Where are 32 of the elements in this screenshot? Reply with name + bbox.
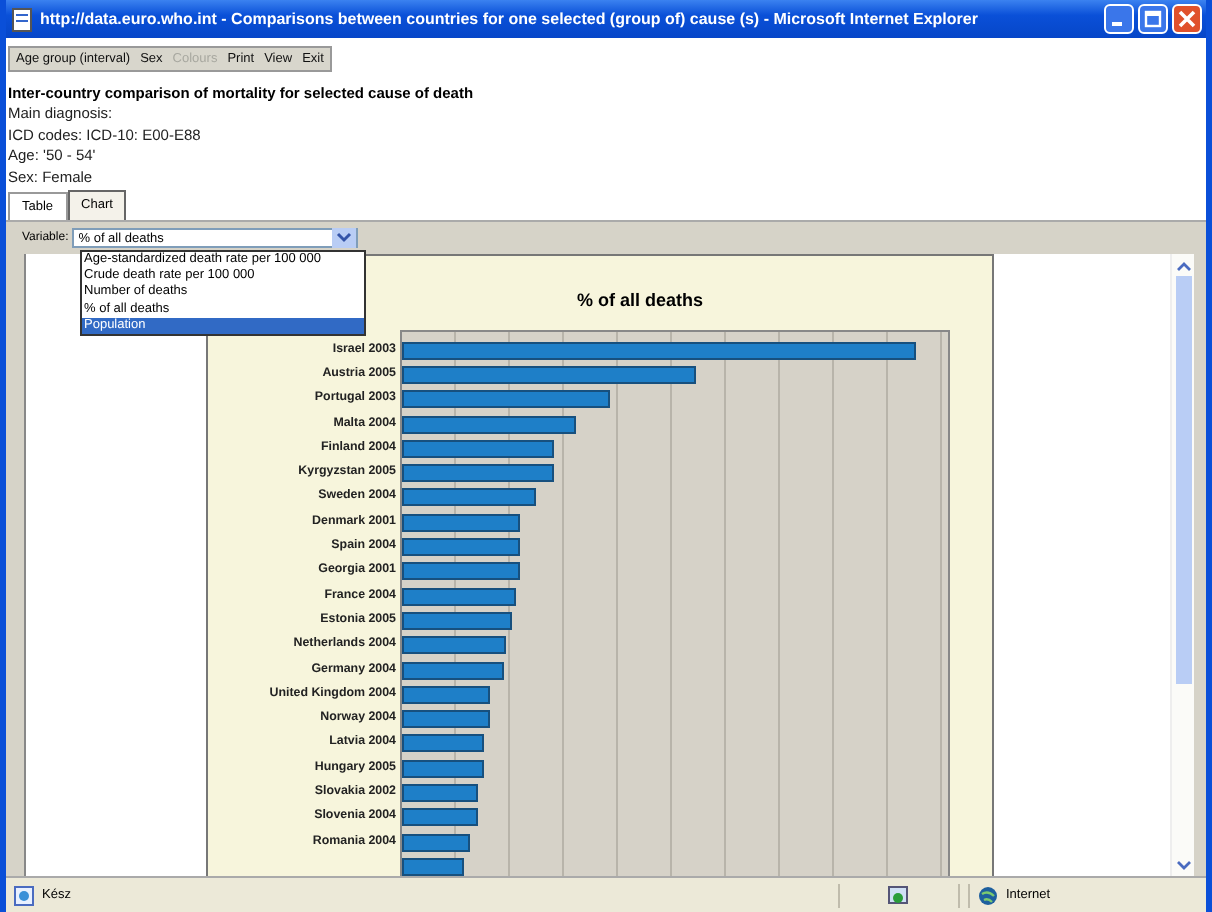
page-icon [12, 7, 32, 31]
bar [402, 857, 465, 876]
window-title: http://data.euro.who.int - Comparisons between countries for one selected (group of) cause (s) - Microsoft Internet Explorer [40, 10, 980, 28]
bar [402, 587, 517, 606]
bar [402, 710, 490, 729]
maximize-icon [1144, 10, 1162, 28]
bar [402, 685, 490, 704]
scroll-thumb[interactable] [1175, 276, 1191, 685]
scroll-up-icon[interactable] [1175, 260, 1191, 273]
minimize-button[interactable] [1104, 4, 1134, 34]
bar [402, 759, 484, 778]
bar [402, 661, 503, 680]
bar [402, 611, 512, 630]
bar [402, 734, 484, 753]
chart-title: % of all deaths [576, 290, 703, 313]
network-icon [888, 885, 910, 905]
bar [402, 513, 520, 532]
close-icon [1178, 10, 1196, 28]
scrollbar[interactable] [1170, 254, 1194, 876]
globe-icon [978, 885, 998, 905]
scroll-down-icon[interactable] [1175, 860, 1191, 872]
bar [402, 784, 479, 803]
bar [402, 562, 520, 581]
bar [402, 538, 520, 557]
bar [402, 833, 471, 852]
close-button[interactable] [1172, 4, 1202, 34]
page-icon [14, 885, 34, 905]
bar [402, 808, 479, 827]
dropdown-icon [332, 228, 357, 249]
maximize-button[interactable] [1138, 4, 1168, 34]
bar [402, 488, 536, 507]
bar [402, 636, 506, 655]
